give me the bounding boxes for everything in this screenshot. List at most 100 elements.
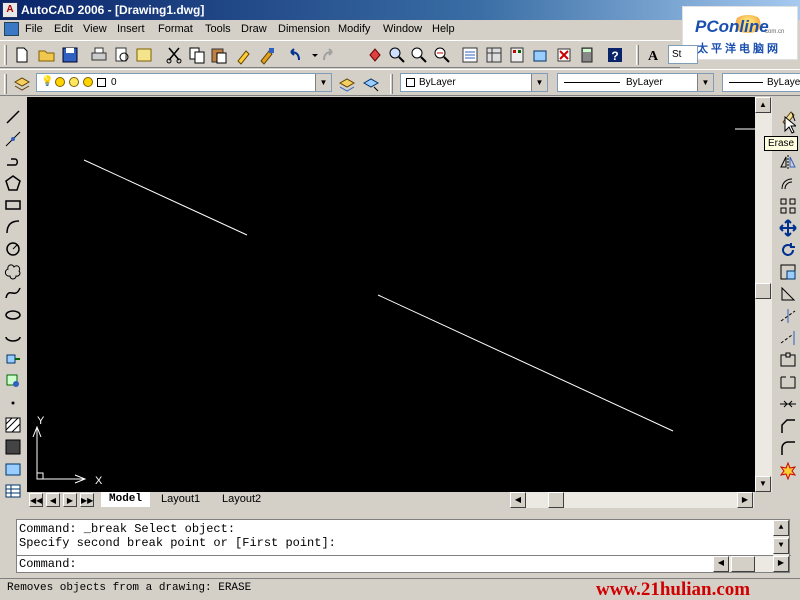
toolbar-grip[interactable] (4, 45, 7, 65)
properties-icon[interactable] (460, 45, 480, 65)
scroll-up-icon[interactable]: ▲ (755, 97, 771, 113)
stretch-icon[interactable] (778, 284, 798, 304)
copy-icon[interactable] (187, 45, 207, 65)
tab-layout1[interactable]: Layout1 (153, 492, 208, 507)
arc-icon[interactable] (3, 217, 23, 237)
rectangle-icon[interactable] (3, 195, 23, 215)
color-combo[interactable]: ByLayer ▼ (400, 73, 548, 92)
horizontal-scroll-thumb[interactable] (548, 492, 564, 508)
undo-icon[interactable] (285, 45, 305, 65)
drawn-line-2[interactable] (377, 294, 674, 432)
gradient-icon[interactable] (3, 437, 23, 457)
cut-icon[interactable] (164, 45, 184, 65)
menu-draw[interactable]: Draw (241, 23, 267, 35)
drawing-area[interactable]: Y X (27, 97, 755, 492)
paste-icon[interactable] (209, 45, 229, 65)
zoom-previous-icon[interactable] (432, 45, 452, 65)
scroll-right-icon[interactable]: ▶ (773, 556, 789, 572)
chevron-down-icon[interactable]: ▼ (315, 74, 331, 91)
drawn-line-1[interactable] (83, 159, 248, 236)
calculator-icon[interactable] (577, 45, 597, 65)
offset-icon[interactable] (778, 174, 798, 194)
layer-combo[interactable]: 💡 0 ▼ (36, 73, 332, 92)
trim-icon[interactable] (778, 306, 798, 326)
tool-palettes-icon[interactable] (507, 45, 527, 65)
make-object-layer-current-icon[interactable] (337, 74, 357, 94)
layer-previous-icon[interactable] (361, 74, 381, 94)
tab-model[interactable]: Model (101, 492, 151, 507)
command-scroll-thumb[interactable] (731, 556, 755, 572)
block-editor-icon[interactable] (257, 45, 277, 65)
zoom-window-icon[interactable] (409, 45, 429, 65)
ellipse-icon[interactable] (3, 305, 23, 325)
horizontal-scrollbar[interactable]: ◀ ▶ (510, 492, 754, 508)
command-vertical-scrollbar[interactable]: ▲ ▼ (773, 520, 789, 556)
markup-set-icon[interactable] (554, 45, 574, 65)
menu-dimension[interactable]: Dimension (278, 23, 330, 35)
menu-view[interactable]: View (83, 23, 107, 35)
last-tab-icon[interactable]: ▶▶ (80, 493, 94, 507)
scale-icon[interactable] (778, 262, 798, 282)
ellipse-arc-icon[interactable] (3, 327, 23, 347)
command-window[interactable]: Command: _break Select object: Specify s… (16, 519, 791, 573)
redo-icon[interactable] (318, 45, 338, 65)
help-icon[interactable]: ? (605, 45, 625, 65)
scroll-left-icon[interactable]: ◀ (510, 492, 526, 508)
insert-block-icon[interactable] (3, 349, 23, 369)
chamfer-icon[interactable] (778, 416, 798, 436)
tab-layout2[interactable]: Layout2 (214, 492, 269, 507)
open-icon[interactable] (37, 45, 57, 65)
menu-insert[interactable]: Insert (117, 23, 145, 35)
spline-icon[interactable] (3, 283, 23, 303)
circle-icon[interactable] (3, 239, 23, 259)
drawing-canvas[interactable]: Y X (27, 97, 755, 492)
menu-tools[interactable]: Tools (205, 23, 231, 35)
menu-modify[interactable]: Modify (338, 23, 370, 35)
zoom-realtime-icon[interactable] (387, 45, 407, 65)
break-at-point-icon[interactable] (778, 350, 798, 370)
scroll-up-icon[interactable]: ▲ (773, 520, 789, 536)
layer-manager-icon[interactable] (12, 74, 32, 94)
table-icon[interactable] (3, 481, 23, 501)
print-icon[interactable] (89, 45, 109, 65)
command-horizontal-scrollbar[interactable]: ◀ ▶ (713, 556, 789, 572)
match-properties-icon[interactable] (234, 45, 254, 65)
publish-icon[interactable] (134, 45, 154, 65)
construction-line-icon[interactable] (3, 129, 23, 149)
chevron-down-icon[interactable]: ▼ (531, 74, 547, 91)
break-icon[interactable] (778, 372, 798, 392)
extend-icon[interactable] (778, 328, 798, 348)
revision-cloud-icon[interactable] (3, 261, 23, 281)
menu-window[interactable]: Window (383, 23, 422, 35)
polygon-icon[interactable] (3, 173, 23, 193)
sheet-set-icon[interactable] (530, 45, 550, 65)
first-tab-icon[interactable]: ◀◀ (29, 493, 43, 507)
menu-edit[interactable]: Edit (54, 23, 73, 35)
chevron-down-icon[interactable]: ▼ (697, 74, 713, 91)
point-icon[interactable] (3, 393, 23, 413)
toolbar-grip[interactable] (4, 74, 7, 94)
next-tab-icon[interactable]: ▶ (63, 493, 77, 507)
vertical-scroll-thumb[interactable] (755, 283, 771, 299)
prev-tab-icon[interactable]: ◀ (46, 493, 60, 507)
scroll-left-icon[interactable]: ◀ (713, 556, 729, 572)
plot-preview-icon[interactable] (112, 45, 132, 65)
command-prompt[interactable]: Command: (19, 557, 77, 571)
explode-icon[interactable] (778, 460, 798, 481)
rotate-icon[interactable] (778, 240, 798, 260)
menu-help[interactable]: Help (432, 23, 455, 35)
move-icon[interactable] (778, 218, 798, 238)
join-icon[interactable] (778, 394, 798, 414)
pan-realtime-icon[interactable] (365, 45, 385, 65)
document-icon[interactable] (4, 22, 19, 36)
design-center-icon[interactable] (484, 45, 504, 65)
text-style-combo[interactable]: St (668, 45, 698, 64)
array-icon[interactable] (778, 196, 798, 216)
make-block-icon[interactable] (3, 371, 23, 391)
new-icon[interactable] (12, 45, 32, 65)
fillet-icon[interactable] (778, 438, 798, 458)
undo-dropdown-icon[interactable] (305, 45, 318, 65)
autocad-app-icon[interactable]: A (2, 2, 18, 18)
save-icon[interactable] (60, 45, 80, 65)
hatch-icon[interactable] (3, 415, 23, 435)
